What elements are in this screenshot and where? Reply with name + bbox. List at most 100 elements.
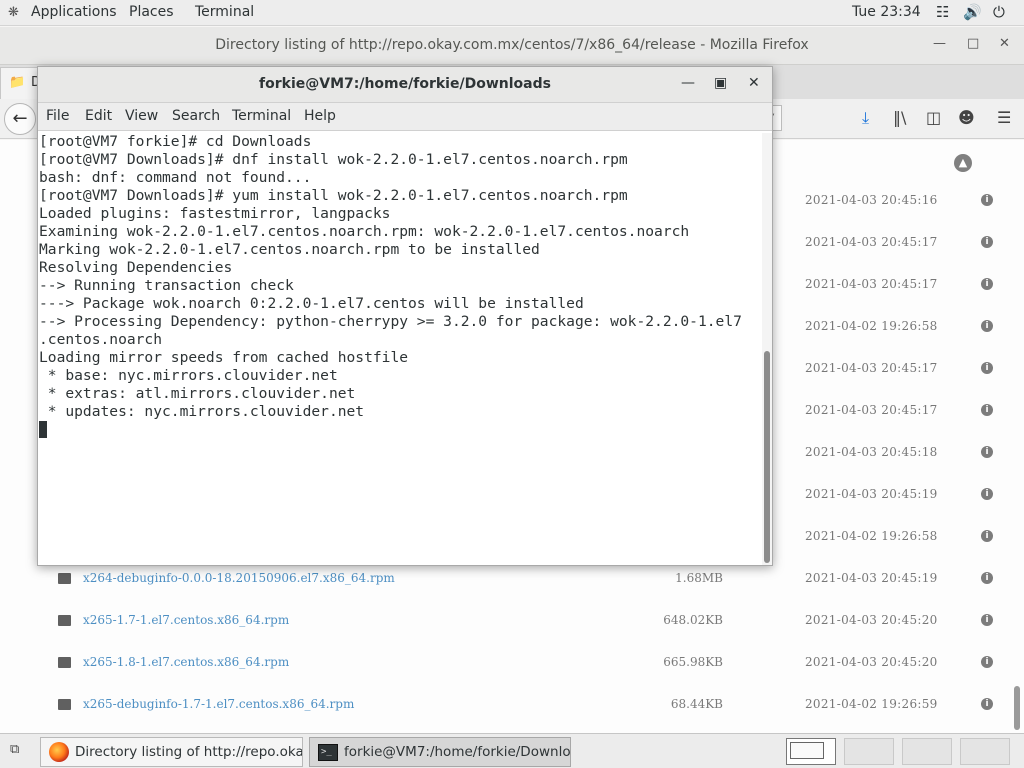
info-icon[interactable]: i [981,278,993,290]
file-name-link[interactable]: x265-1.7-1.el7.centos.x86_64.rpm [83,613,289,627]
terminal-scrollbar[interactable] [762,133,772,565]
info-icon[interactable]: i [981,362,993,374]
file-date: 2021-04-03 20:45:19 [805,487,938,501]
menu-search[interactable]: Search [172,108,220,124]
menu-file[interactable]: File [46,108,69,124]
download-icon[interactable]: ⤓ [862,108,869,128]
workspace-3[interactable] [902,738,952,765]
folder-icon: 📁 [9,75,26,90]
terminal-maximize-button[interactable]: ▣ [714,75,727,91]
terminal-line: * extras: atl.mirrors.clouvider.net [39,385,356,402]
firefox-icon [49,742,69,762]
file-date: 2021-04-02 19:26:59 [805,697,938,711]
info-icon[interactable]: i [981,488,993,500]
power-icon[interactable]: ⏻ [993,3,1005,21]
terminal-line: ---> Package wok.noarch 0:2.2.0-1.el7.ce… [39,295,584,312]
firefox-maximize-button[interactable]: □ [967,36,979,51]
table-row: x264-debuginfo-0.0.0-18.20150906.el7.x86… [0,560,1010,602]
terminal-line: [root@VM7 forkie]# cd Downloads [39,133,312,150]
workspace-4[interactable] [960,738,1010,765]
firefox-minimize-button[interactable]: — [933,36,946,51]
terminal-line: [root@VM7 Downloads]# dnf install wok-2.… [39,151,628,168]
terminal-line: * updates: nyc.mirrors.clouvider.net [39,403,365,420]
terminal-line: Loaded plugins: fastestmirror, langpacks [39,205,391,222]
menu-terminal[interactable]: Terminal [232,108,291,124]
terminal-line: bash: dnf: command not found... [39,169,312,186]
terminal-line: --> Processing Dependency: python-cherry… [39,313,742,330]
file-date: 2021-04-03 20:45:19 [805,571,938,585]
network-icon[interactable]: ☷ [936,3,949,21]
clock[interactable]: Tue 23:34 [852,4,921,20]
terminal-output[interactable]: [root@VM7 forkie]# cd Downloads [root@VM7… [39,133,759,565]
terminal-line: * base: nyc.mirrors.clouvider.net [39,367,338,384]
file-icon [58,615,71,626]
info-icon[interactable]: i [981,572,993,584]
terminal-line: .centos.noarch [39,331,163,348]
taskbar-item-label: Directory listing of http://repo.okay...… [75,744,303,760]
volume-icon[interactable]: 🔊 [963,3,982,21]
workspace-1[interactable] [786,738,836,765]
page-scrollbar[interactable] [1014,686,1020,730]
terminal-scrollbar-thumb[interactable] [764,351,770,563]
account-icon[interactable]: ☻ [958,108,975,127]
menu-view[interactable]: View [125,108,158,124]
info-icon[interactable]: i [981,194,993,206]
places-menu[interactable]: Places [129,4,174,20]
file-name-link[interactable]: x265-debuginfo-1.7-1.el7.centos.x86_64.r… [83,697,354,711]
file-icon [58,699,71,710]
applications-menu[interactable]: Applications [31,4,117,20]
menu-icon[interactable]: ☰ [997,108,1011,127]
workspace-window-preview [790,742,824,759]
top-bar: ❋ Applications Places Terminal Tue 23:34… [0,0,1024,26]
info-icon[interactable]: i [981,446,993,458]
terminal-app-menu[interactable]: Terminal [195,4,254,20]
info-icon[interactable]: i [981,698,993,710]
file-icon [58,573,71,584]
info-icon[interactable]: i [981,236,993,248]
back-button[interactable]: ← [4,103,36,135]
file-name-link[interactable]: x265-1.8-1.el7.centos.x86_64.rpm [83,655,289,669]
file-size: 648.02KB [663,613,723,627]
terminal-line: Examining wok-2.2.0-1.el7.centos.noarch.… [39,223,690,240]
file-date: 2021-04-02 19:26:58 [805,319,938,333]
info-icon[interactable]: i [981,530,993,542]
terminal-line: Marking wok-2.2.0-1.el7.centos.noarch.rp… [39,241,540,258]
file-date: 2021-04-03 20:45:20 [805,655,938,669]
terminal-line: Resolving Dependencies [39,259,233,276]
show-desktop-icon[interactable]: ⧉ [10,742,19,757]
terminal-icon: >_ [318,744,338,761]
terminal-titlebar: forkie@VM7:/home/forkie/Downloads — ▣ ✕ [38,67,772,103]
firefox-close-button[interactable]: ✕ [999,36,1010,51]
file-name-link[interactable]: x264-debuginfo-0.0.0-18.20150906.el7.x86… [83,571,395,585]
sidebar-icon[interactable]: ◫ [926,108,941,127]
terminal-close-button[interactable]: ✕ [748,75,760,91]
taskbar-item-terminal[interactable]: >_ forkie@VM7:/home/forkie/Downloa... [309,737,571,767]
file-date: 2021-04-03 20:45:17 [805,403,938,417]
taskbar-item-firefox[interactable]: Directory listing of http://repo.okay...… [40,737,303,767]
parent-directory-icon[interactable]: ▲ [954,154,972,172]
menu-help[interactable]: Help [304,108,336,124]
file-icon [58,657,71,668]
file-size: 1.68MB [675,571,723,585]
terminal-minimize-button[interactable]: — [681,75,695,91]
table-row: x265-1.8-1.el7.centos.x86_64.rpm 665.98KB… [0,644,1010,686]
terminal-window-title: forkie@VM7:/home/forkie/Downloads [259,76,551,92]
terminal-window: forkie@VM7:/home/forkie/Downloads — ▣ ✕ … [37,66,773,566]
terminal-line: [root@VM7 Downloads]# yum install wok-2.… [39,187,628,204]
info-icon[interactable]: i [981,656,993,668]
library-icon[interactable]: ‖\ [893,108,906,127]
terminal-cursor-line [39,421,759,439]
file-date: 2021-04-03 20:45:18 [805,445,938,459]
info-icon[interactable]: i [981,614,993,626]
firefox-titlebar: Directory listing of http://repo.okay.co… [0,27,1024,65]
file-date: 2021-04-03 20:45:17 [805,277,938,291]
taskbar-item-label: forkie@VM7:/home/forkie/Downloa... [344,744,571,760]
menu-edit[interactable]: Edit [85,108,112,124]
firefox-window-title: Directory listing of http://repo.okay.co… [215,37,809,53]
info-icon[interactable]: i [981,404,993,416]
applications-icon: ❋ [8,5,19,20]
info-icon[interactable]: i [981,320,993,332]
file-size: 68.44KB [670,697,723,711]
workspace-2[interactable] [844,738,894,765]
taskbar: ⧉ Directory listing of http://repo.okay.… [0,733,1024,768]
